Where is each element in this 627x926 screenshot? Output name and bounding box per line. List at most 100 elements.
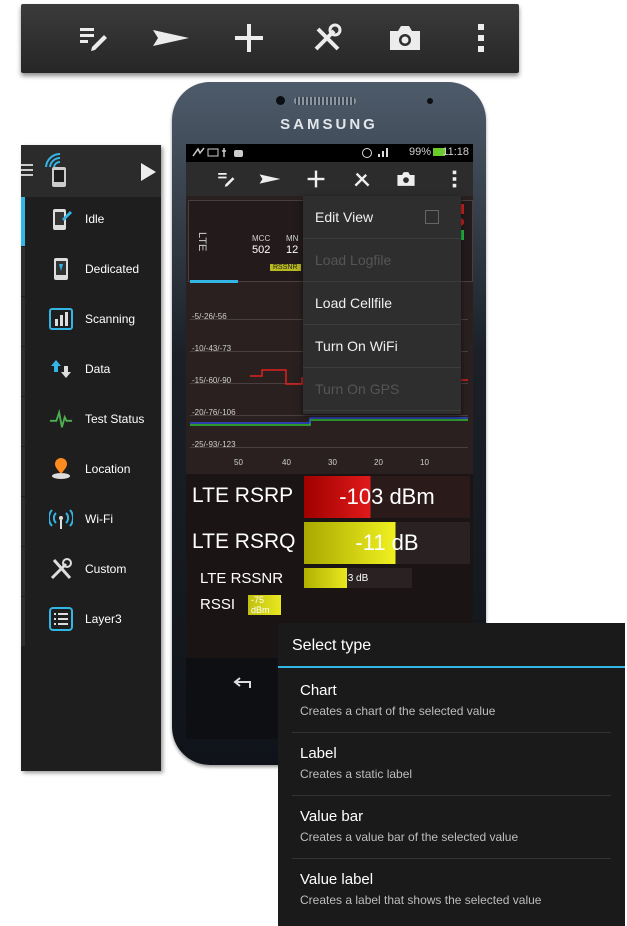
drawer-header [21, 145, 161, 197]
rsrp-label: LTE RSRP [192, 484, 294, 507]
overflow-menu: Edit View Load Logfile Load Cellfile Tur… [303, 196, 461, 414]
sidebar-item-label: Wi-Fi [85, 512, 113, 526]
add-icon[interactable] [229, 18, 269, 58]
overflow-menu-icon[interactable] [442, 168, 466, 190]
rsrp-row: LTE RSRP -103 dBm [186, 474, 473, 520]
brand-logo: SAMSUNG [280, 116, 378, 133]
option-title: Value label [300, 871, 374, 888]
menu-item-turn-on-gps: Turn On GPS [303, 368, 461, 411]
option-description: Creates a chart of the selected value [300, 704, 496, 718]
sidebar-item-label: Scanning [85, 312, 136, 326]
rssnr-value: 3 dB [347, 572, 369, 584]
list-icon [49, 607, 73, 631]
option-title: Value bar [300, 808, 364, 825]
option-value-bar[interactable]: Value bar Creates a value bar of the sel… [278, 796, 625, 859]
option-description: Creates a label that shows the selected … [300, 893, 542, 907]
sidebar-item-dedicated[interactable]: Dedicated [21, 245, 161, 294]
sidebar-item-idle[interactable]: Idle [21, 195, 161, 244]
speaker-grille [294, 97, 356, 105]
sidebar-item-wifi[interactable]: Wi-Fi [21, 495, 161, 544]
battery-percent: 99% [408, 146, 431, 158]
sidebar-item-label: Custom [85, 562, 127, 576]
sidebar-item-location[interactable]: Location [21, 445, 161, 494]
edit-view-checkbox[interactable] [425, 210, 439, 224]
rsrq-label: LTE RSRQ [192, 530, 296, 553]
app-logo-icon[interactable] [43, 152, 73, 187]
rssi-label: RSSI [200, 596, 236, 613]
dialog-title: Select type [278, 623, 625, 668]
option-value-label[interactable]: Value label Creates a label that shows t… [278, 859, 625, 922]
play-icon[interactable] [151, 18, 191, 58]
option-title: Chart [300, 682, 337, 699]
menu-item-turn-on-wifi[interactable]: Turn On WiFi [303, 325, 461, 368]
edit-view-icon[interactable] [73, 18, 113, 58]
play-icon[interactable] [139, 162, 157, 182]
rssnr-tag: RSSNR [270, 264, 301, 271]
rssnr-label: LTE RSSNR [200, 570, 284, 587]
menu-item-load-logfile: Load Logfile [303, 239, 461, 282]
clock: 11:18 [442, 146, 469, 158]
sidebar-item-label: Layer3 [85, 612, 122, 626]
rsrp-value-bar: -103 dBm [304, 476, 470, 518]
menu-item-label: Edit View [315, 209, 374, 225]
rsrq-row: LTE RSRQ -11 dB [186, 520, 473, 566]
tools-icon [49, 557, 73, 581]
menu-item-label: Load Cellfile [315, 295, 393, 311]
menu-item-label: Turn On WiFi [315, 338, 398, 354]
phone-app-toolbar [186, 162, 473, 196]
phone-call-icon [49, 257, 73, 281]
tools-icon[interactable] [350, 168, 374, 190]
camera-icon[interactable] [394, 168, 418, 190]
hamburger-icon[interactable] [21, 162, 37, 178]
app-toolbar [21, 4, 519, 73]
camera-icon[interactable] [385, 18, 425, 58]
sidebar-item-layer3[interactable]: Layer3 [21, 595, 161, 644]
mcc-label: MCC [252, 234, 271, 243]
sidebar-item-label: Test Status [85, 412, 145, 426]
add-icon[interactable] [304, 168, 328, 190]
notification-icons [192, 147, 252, 158]
wifi-icon [49, 507, 73, 531]
sidebar-item-test-status[interactable]: Test Status [21, 395, 161, 444]
edit-view-icon[interactable] [214, 168, 238, 190]
sidebar-item-label: Location [85, 462, 131, 476]
status-bar: 99% 11:18 [186, 144, 473, 162]
pulse-icon [49, 407, 73, 431]
sidebar-item-data[interactable]: Data [21, 345, 161, 394]
panel-indicator [190, 280, 238, 283]
location-pin-icon [49, 457, 73, 481]
tools-icon[interactable] [307, 18, 347, 58]
menu-item-load-cellfile[interactable]: Load Cellfile [303, 282, 461, 325]
rsrq-value-bar: -11 dB [304, 522, 470, 564]
play-icon[interactable] [258, 168, 282, 190]
option-description: Creates a value bar of the selected valu… [300, 830, 519, 844]
sidebar-item-label: Dedicated [85, 262, 140, 276]
option-label[interactable]: Label Creates a static label [278, 733, 625, 796]
option-chart[interactable]: Chart Creates a chart of the selected va… [278, 670, 625, 733]
rssi-value: -75 dBm [251, 595, 270, 615]
back-icon[interactable] [230, 674, 256, 692]
rssi-row: RSSI -75 dBm [186, 592, 473, 618]
mnc-label: MN [286, 234, 299, 243]
option-description: Creates a static label [300, 767, 413, 781]
overflow-menu-icon[interactable] [461, 18, 501, 58]
sensor [427, 98, 433, 104]
sidebar-item-custom[interactable]: Custom [21, 545, 161, 594]
sidebar-item-scanning[interactable]: Scanning [21, 295, 161, 344]
sidebar-item-label: Idle [85, 212, 105, 226]
rssnr-row: LTE RSSNR 3 dB [186, 566, 473, 592]
bar-chart-icon [49, 307, 73, 331]
signal-icons [362, 147, 396, 158]
menu-item-label: Turn On GPS [315, 381, 400, 397]
rsrp-value: -103 dBm [339, 484, 435, 509]
menu-item-label: Load Logfile [315, 252, 392, 268]
front-camera [276, 96, 285, 105]
rsrq-value: -11 dB [355, 530, 419, 555]
mcc-value: 502 [252, 244, 271, 256]
menu-item-edit-view[interactable]: Edit View [303, 196, 461, 239]
sidebar-item-label: Data [85, 362, 111, 376]
phone-edit-icon [49, 207, 73, 231]
select-type-dialog: Select type Chart Creates a chart of the… [278, 623, 625, 926]
tech-label: LTE [196, 232, 208, 252]
rssnr-value-bar: 3 dB [304, 568, 412, 588]
